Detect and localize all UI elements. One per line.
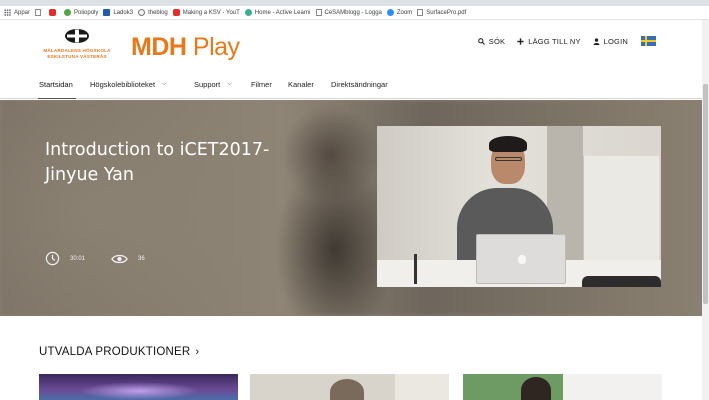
page-icon (35, 9, 42, 16)
bookmark-zoom[interactable]: Zoom (386, 6, 417, 20)
search-icon (477, 38, 485, 45)
logo-text-line2: ESKILSTUNA VÄSTERÅS (47, 54, 107, 59)
mdh-emblem-icon (65, 29, 89, 43)
bookmark-youtube[interactable] (49, 6, 64, 20)
nav-item-startsidan[interactable]: Startsidan (39, 80, 73, 89)
card-thumbnail (79, 382, 199, 400)
thumbnail-chair (582, 276, 661, 287)
header-actions: SÖK LÄGG TILL NY LOGIN (477, 37, 628, 46)
hero-banner[interactable]: Introduction to iCET2017- Jinyue Yan 30:… (0, 100, 709, 316)
chevron-right-icon: › (195, 346, 200, 358)
card-thumbnail-wall (395, 374, 449, 400)
hero-meta: 30:01 36 (45, 251, 171, 266)
youtube-icon (49, 9, 57, 16)
scrollbar-thumb[interactable] (703, 84, 708, 304)
hero-title[interactable]: Introduction to iCET2017- Jinyue Yan (45, 138, 305, 188)
brand-light: Play (192, 33, 240, 61)
page-scrollbar[interactable] (702, 20, 709, 400)
mdh-play-brand[interactable]: MDH Play (131, 33, 240, 62)
active-learning-icon (244, 9, 252, 16)
bookmark-apps[interactable]: Appar (4, 6, 35, 20)
eye-icon (111, 254, 128, 263)
site-header: MÄLARDALENS HÖGSKOLA ESKILSTUNA VÄSTERÅS… (0, 20, 709, 70)
bookmark-theblog[interactable]: theblog (138, 6, 173, 20)
bookmark-making-ksv[interactable]: Making a KSV - YouT (172, 6, 245, 20)
bookmark-surfacepro[interactable]: SurfacePro.pdf (417, 6, 471, 20)
swedish-flag-icon[interactable] (641, 36, 656, 46)
production-card[interactable] (250, 374, 449, 400)
page-icon (315, 9, 322, 16)
card-thumbnail-person (330, 379, 364, 400)
bookmark-poliopoly[interactable]: Poliopoly (64, 6, 103, 20)
thumbnail-speaker-glasses (495, 157, 522, 161)
bookmark-page[interactable] (35, 6, 49, 20)
ladok-icon (103, 9, 111, 16)
clock-icon (45, 251, 60, 266)
main-nav: Startsidan Högskolebiblioteket ⌵ Support ⌵… (0, 70, 709, 99)
thumbnail-speaker-hair (489, 136, 527, 152)
nav-item-support[interactable]: Support ⌵ (194, 80, 232, 89)
zoom-icon (386, 9, 394, 16)
user-icon (593, 38, 600, 45)
production-card[interactable] (39, 374, 238, 400)
page-icon (417, 9, 424, 16)
blog-icon (138, 9, 146, 16)
nav-item-filmer[interactable]: Filmer (251, 80, 272, 89)
production-card[interactable] (463, 374, 662, 400)
poliopoly-icon (64, 9, 72, 16)
video-duration: 30:01 (70, 255, 86, 262)
bookmark-cesam[interactable]: CeSAMblogg - Logga (315, 6, 387, 20)
brand-bold: MDH (131, 33, 187, 61)
chevron-down-icon: ⌵ (162, 81, 167, 87)
search-button[interactable]: SÖK (477, 37, 505, 46)
nav-active-indicator (38, 98, 76, 99)
logo-text-line1: MÄLARDALENS HÖGSKOLA (43, 48, 111, 53)
plus-icon (517, 38, 524, 45)
nav-item-direktsandningar[interactable]: Direktsändningar (331, 80, 388, 89)
youtube-icon (172, 9, 180, 16)
nav-item-hogskolebiblioteket[interactable]: Högskolebiblioteket ⌵ (90, 80, 167, 89)
apps-grid-icon (4, 9, 11, 16)
thumbnail-laptop (476, 234, 566, 284)
featured-productions-heading[interactable]: UTVALDA PRODUKTIONER › (39, 346, 199, 358)
chevron-down-icon: ⌵ (227, 81, 232, 87)
bookmark-ladok[interactable]: Ladok3 (103, 6, 138, 20)
bookmarks-bar: Appar Poliopoly Ladok3 theblog Making a … (0, 6, 709, 20)
login-button[interactable]: LOGIN (593, 37, 628, 46)
thumbnail-microphone (414, 254, 417, 284)
view-count: 36 (138, 255, 145, 262)
nav-item-kanaler[interactable]: Kanaler (288, 80, 314, 89)
card-thumbnail-person (521, 377, 551, 400)
bookmark-active-learning[interactable]: Home - Active Learni (244, 6, 316, 20)
add-new-button[interactable]: LÄGG TILL NY (517, 37, 580, 46)
mdh-logo[interactable]: MÄLARDALENS HÖGSKOLA ESKILSTUNA VÄSTERÅS (42, 28, 112, 64)
video-thumbnail[interactable] (377, 126, 661, 287)
